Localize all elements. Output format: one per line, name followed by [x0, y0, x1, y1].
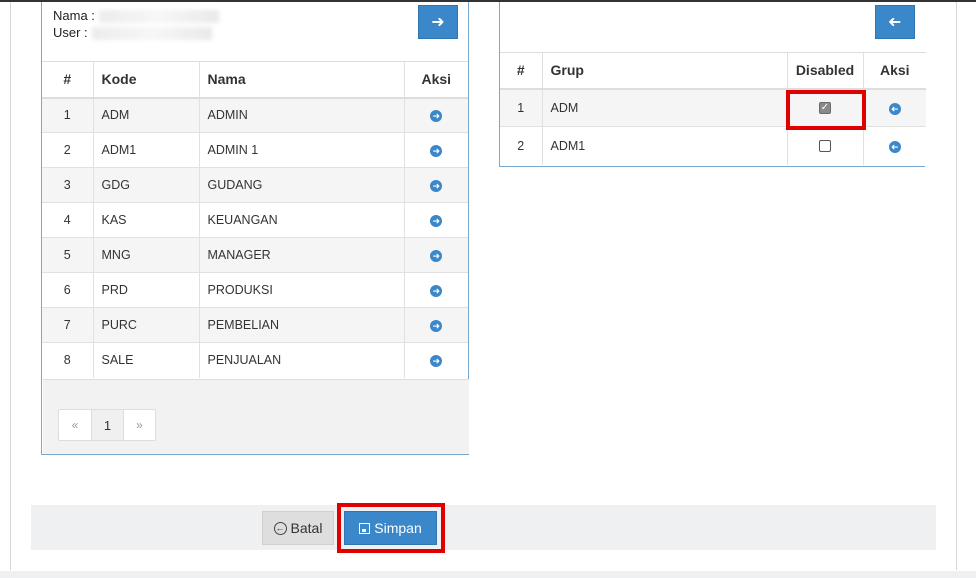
row-grup: ADM1 [541, 126, 787, 165]
row-action: ➜ [862, 126, 926, 165]
outer-divider-right [956, 2, 957, 570]
row-action: ➜ [403, 202, 468, 238]
outer-divider-left [10, 2, 11, 570]
table-row: 3 GDG GUDANG ➜ [42, 167, 468, 203]
row-no: 2 [42, 132, 93, 168]
row-kode: SALE [92, 342, 199, 378]
remove-arrow-icon[interactable]: ➜ [888, 140, 901, 153]
table-row: 2 ADM1 ➜ [500, 126, 926, 165]
col-header-no: # [42, 61, 93, 99]
row-kode: ADM1 [92, 132, 199, 168]
col-header-no: # [500, 52, 542, 90]
row-action: ➜ [403, 97, 468, 133]
row-nama: ADMIN 1 [198, 132, 404, 168]
col-header-aksi: Aksi [403, 61, 468, 99]
back-circle-icon: ← [273, 521, 287, 535]
available-groups-table: # Kode Nama Aksi 1 ADM ADMIN ➜ 2 ADM1 AD… [42, 61, 468, 378]
user-value-redacted [91, 27, 212, 41]
page-bottom-strip [0, 571, 976, 578]
table-row: 6 PRD PRODUKSI ➜ [42, 272, 468, 308]
table-row: 2 ADM1 ADMIN 1 ➜ [42, 132, 468, 168]
move-all-left-button[interactable]: ➜ [875, 5, 915, 39]
add-arrow-icon[interactable]: ➜ [430, 215, 443, 227]
row-action: ➜ [403, 167, 468, 203]
row-no: 5 [42, 237, 93, 273]
col-header-grup: Grup [541, 52, 787, 90]
row-action: ➜ [403, 132, 468, 168]
row-kode: ADM [92, 97, 199, 133]
row-action: ➜ [862, 88, 926, 127]
row-nama: KEUANGAN [198, 202, 404, 238]
table-row: 5 MNG MANAGER ➜ [42, 237, 468, 273]
add-arrow-icon[interactable]: ➜ [430, 250, 443, 262]
row-nama: MANAGER [198, 237, 404, 273]
move-all-right-button[interactable]: ➜ [418, 5, 458, 39]
form-action-bar [31, 505, 936, 550]
row-no: 2 [500, 126, 542, 165]
row-action: ➜ [403, 272, 468, 308]
col-header-nama: Nama [198, 61, 404, 99]
add-arrow-icon[interactable]: ➜ [430, 320, 443, 332]
add-arrow-icon[interactable]: ➜ [430, 355, 443, 368]
user-label: User : [53, 25, 88, 40]
available-groups-panel: Nama : User : ➜ # Kode Nama Aksi 1 ADM A… [41, 2, 469, 455]
row-kode: GDG [92, 167, 199, 203]
row-kode: KAS [92, 202, 199, 238]
table-row: 4 KAS KEUANGAN ➜ [42, 202, 468, 238]
row-kode: MNG [92, 237, 199, 273]
disabled-checkbox[interactable] [819, 140, 831, 153]
row-nama: ADMIN [198, 97, 404, 133]
cancel-button[interactable]: ← Batal [262, 511, 334, 545]
add-arrow-icon[interactable]: ➜ [430, 145, 443, 157]
name-value-redacted [98, 10, 219, 24]
row-no: 7 [42, 307, 93, 343]
row-no: 3 [42, 167, 93, 203]
pagination-next[interactable]: » [123, 410, 155, 440]
row-no: 1 [42, 97, 93, 133]
pagination: « 1 » [58, 409, 156, 441]
remove-arrow-icon[interactable]: ➜ [888, 102, 901, 115]
user-info: Nama : User : [53, 7, 219, 41]
row-nama: GUDANG [198, 167, 404, 203]
table-header-row: # Kode Nama Aksi [42, 61, 468, 99]
table-row: 7 PURC PEMBELIAN ➜ [42, 307, 468, 343]
col-header-aksi: Aksi [862, 52, 926, 90]
row-no: 4 [42, 202, 93, 238]
row-grup: ADM [541, 88, 787, 127]
row-nama: PEMBELIAN [198, 307, 404, 343]
row-action: ➜ [403, 342, 468, 378]
add-arrow-icon[interactable]: ➜ [430, 285, 443, 297]
add-arrow-icon[interactable]: ➜ [430, 180, 443, 192]
highlight-disabled-checkbox [786, 90, 866, 130]
highlight-save-button [337, 503, 445, 553]
row-nama: PRODUKSI [198, 272, 404, 308]
table-row: 8 SALE PENJUALAN ➜ [42, 342, 468, 378]
row-no: 1 [500, 88, 542, 127]
row-kode: PRD [92, 272, 199, 308]
arrow-right-icon: ➜ [431, 14, 445, 31]
row-disabled [786, 126, 863, 165]
table-header-row: # Grup Disabled Aksi [500, 52, 926, 90]
row-kode: PURC [92, 307, 199, 343]
table-row: 1 ADM ADMIN ➜ [42, 97, 468, 133]
row-no: 6 [42, 272, 93, 308]
row-no: 8 [42, 342, 93, 378]
col-header-kode: Kode [92, 61, 199, 99]
assigned-groups-panel: ➜ # Grup Disabled Aksi 1 ADM ✓ ➜ 2 ADM1 … [499, 2, 926, 167]
col-header-disabled: Disabled [786, 52, 863, 90]
row-action: ➜ [403, 237, 468, 273]
add-arrow-icon[interactable]: ➜ [430, 110, 443, 123]
page: Nama : User : ➜ # Kode Nama Aksi 1 ADM A… [0, 0, 976, 578]
row-action: ➜ [403, 307, 468, 343]
cancel-button-label: Batal [290, 520, 323, 536]
arrow-left-icon: ➜ [888, 14, 902, 31]
pagination-page-1[interactable]: 1 [91, 410, 123, 440]
pagination-prev[interactable]: « [59, 410, 91, 440]
name-label: Nama : [53, 8, 95, 23]
row-nama: PENJUALAN [198, 342, 404, 378]
